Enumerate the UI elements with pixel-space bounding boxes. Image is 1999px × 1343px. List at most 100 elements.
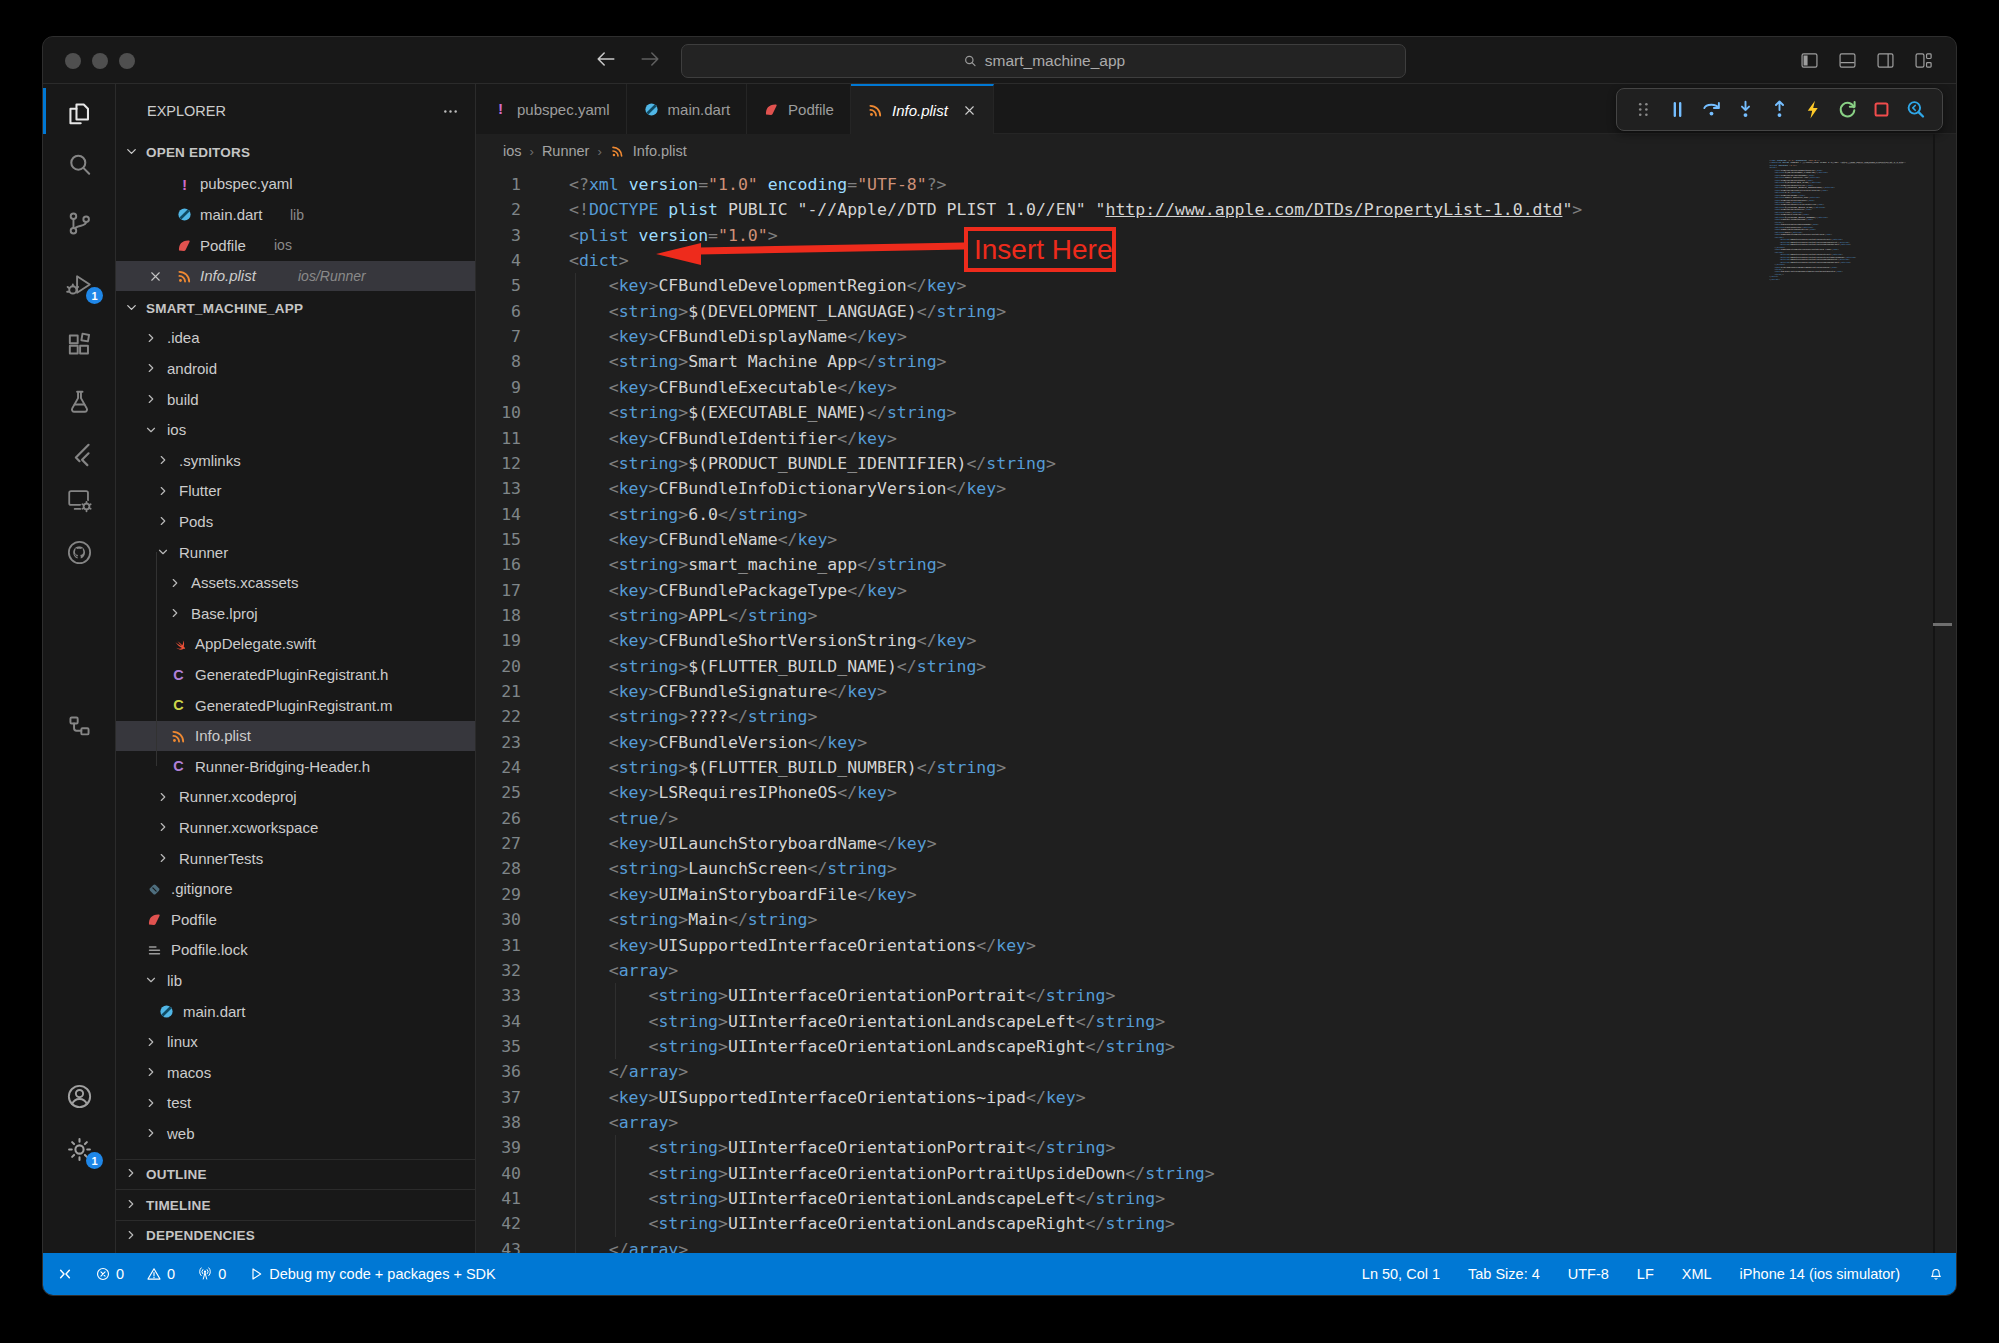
code-line[interactable]: 9 <key>CFBundleExecutable</key>: [476, 375, 1956, 400]
line-number[interactable]: 21: [476, 679, 521, 704]
tree-item-Assets.xcassets[interactable]: Assets.xcassets: [116, 568, 476, 599]
zoom-button[interactable]: [119, 53, 135, 69]
status-radio-tower[interactable]: 0: [197, 1266, 226, 1282]
code-line[interactable]: 18 <string>APPL</string>: [476, 603, 1956, 628]
code-line[interactable]: 15 <key>CFBundleName</key>: [476, 527, 1956, 552]
line-number[interactable]: 43: [476, 1237, 521, 1253]
inspector-icon[interactable]: [1904, 98, 1928, 122]
status-remote[interactable]: [57, 1266, 73, 1282]
code-line[interactable]: 31 <key>UISupportedInterfaceOrientations…: [476, 933, 1956, 958]
stop-icon[interactable]: [1870, 98, 1894, 122]
code-line[interactable]: 40 <string>UIInterfaceOrientationPortrai…: [476, 1161, 1956, 1186]
line-number[interactable]: 17: [476, 578, 521, 603]
activity-extensions-icon[interactable]: [43, 319, 116, 369]
line-number[interactable]: 27: [476, 831, 521, 856]
tree-item-linux[interactable]: linux: [116, 1027, 476, 1058]
code-line[interactable]: 4<dict>: [476, 248, 1956, 273]
code-line[interactable]: 23 <key>CFBundleVersion</key>: [476, 730, 1956, 755]
tree-item-Runner-Bridging-Header.h[interactable]: CRunner-Bridging-Header.h: [116, 751, 476, 782]
line-number[interactable]: 20: [476, 654, 521, 679]
tree-item-.idea[interactable]: .idea: [116, 323, 476, 354]
code-line[interactable]: 17 <key>CFBundlePackageType</key>: [476, 578, 1956, 603]
line-number[interactable]: 6: [476, 299, 521, 324]
section-timeline[interactable]: TIMELINE: [116, 1189, 476, 1220]
activity-files-icon[interactable]: [43, 88, 116, 138]
line-number[interactable]: 31: [476, 933, 521, 958]
tree-item-RunnerTests[interactable]: RunnerTests: [116, 843, 476, 874]
line-number[interactable]: 16: [476, 552, 521, 577]
tree-item-.gitignore[interactable]: .gitignore: [116, 874, 476, 905]
code-line[interactable]: 42 <string>UIInterfaceOrientationLandsca…: [476, 1211, 1956, 1236]
activity-settings-gear-icon[interactable]: 1: [43, 1124, 116, 1174]
line-number[interactable]: 34: [476, 1009, 521, 1034]
code-line[interactable]: 24 <string>$(FLUTTER_BUILD_NUMBER)</stri…: [476, 755, 1956, 780]
code-line[interactable]: 16 <string>smart_machine_app</string>: [476, 552, 1956, 577]
line-number[interactable]: 15: [476, 527, 521, 552]
section-open-editors[interactable]: OPEN EDITORS: [116, 137, 476, 168]
code-line[interactable]: 22 <string>????</string>: [476, 704, 1956, 729]
code-line[interactable]: 27 <key>UILaunchStoryboardName</key>: [476, 831, 1956, 856]
line-number[interactable]: 35: [476, 1034, 521, 1059]
line-number[interactable]: 14: [476, 502, 521, 527]
tree-item-.symlinks[interactable]: .symlinks: [116, 445, 476, 476]
line-number[interactable]: 33: [476, 983, 521, 1008]
tree-item-Flutter[interactable]: Flutter: [116, 476, 476, 507]
code-line[interactable]: 25 <key>LSRequiresIPhoneOS</key>: [476, 780, 1956, 805]
line-number[interactable]: 3: [476, 223, 521, 248]
line-number[interactable]: 24: [476, 755, 521, 780]
line-number[interactable]: 11: [476, 426, 521, 451]
tree-item-GeneratedPluginRegistrant.h[interactable]: CGeneratedPluginRegistrant.h: [116, 659, 476, 690]
tree-item-GeneratedPluginRegistrant.m[interactable]: CGeneratedPluginRegistrant.m: [116, 690, 476, 721]
code-line[interactable]: 37 <key>UISupportedInterfaceOrientations…: [476, 1085, 1956, 1110]
close-icon[interactable]: [148, 269, 163, 284]
step-over-icon[interactable]: [1699, 98, 1723, 122]
code-line[interactable]: 41 <string>UIInterfaceOrientationLandsca…: [476, 1186, 1956, 1211]
minimize-button[interactable]: [92, 53, 108, 69]
line-number[interactable]: 23: [476, 730, 521, 755]
line-number[interactable]: 7: [476, 324, 521, 349]
code-line[interactable]: 12 <string>$(PRODUCT_BUNDLE_IDENTIFIER)<…: [476, 451, 1956, 476]
tree-item-android[interactable]: android: [116, 353, 476, 384]
tree-item-Base.lproj[interactable]: Base.lproj: [116, 598, 476, 629]
code-line[interactable]: 35 <string>UIInterfaceOrientationLandsca…: [476, 1034, 1956, 1059]
tree-item-Runner.xcworkspace[interactable]: Runner.xcworkspace: [116, 812, 476, 843]
code-editor[interactable]: 1<?xml version="1.0" encoding="UTF-8"?>2…: [476, 37, 1956, 1253]
open-editor-Podfile[interactable]: Podfileios: [116, 230, 476, 261]
sidebar-more-actions-icon[interactable]: [441, 102, 460, 121]
line-number[interactable]: 42: [476, 1211, 521, 1236]
open-editor-main.dart[interactable]: main.dartlib: [116, 199, 476, 230]
activity-devtools-icon[interactable]: [43, 474, 116, 524]
activity-flutter-icon[interactable]: [43, 429, 116, 479]
code-line[interactable]: 32 <array>: [476, 958, 1956, 983]
code-line[interactable]: 11 <key>CFBundleIdentifier</key>: [476, 426, 1956, 451]
tree-item-main.dart[interactable]: main.dart: [116, 996, 476, 1027]
line-number[interactable]: 40: [476, 1161, 521, 1186]
status-right-item[interactable]: UTF-8: [1568, 1266, 1609, 1282]
code-line[interactable]: 13 <key>CFBundleInfoDictionaryVersion</k…: [476, 476, 1956, 501]
code-line[interactable]: 10 <string>$(EXECUTABLE_NAME)</string>: [476, 400, 1956, 425]
code-line[interactable]: 7 <key>CFBundleDisplayName</key>: [476, 324, 1956, 349]
code-line[interactable]: 43 </array>: [476, 1237, 1956, 1253]
tree-item-test[interactable]: test: [116, 1088, 476, 1119]
activity-hierarchy-icon[interactable]: [43, 701, 116, 751]
status-warning-triangle[interactable]: 0: [146, 1266, 175, 1282]
restart-icon[interactable]: [1836, 98, 1860, 122]
code-line[interactable]: 26 <true/>: [476, 806, 1956, 831]
step-into-icon[interactable]: [1733, 98, 1757, 122]
status-right-item[interactable]: Ln 50, Col 1: [1362, 1266, 1440, 1282]
line-number[interactable]: 37: [476, 1085, 521, 1110]
tree-item-ios[interactable]: ios: [116, 415, 476, 446]
code-line[interactable]: 5 <key>CFBundleDevelopmentRegion</key>: [476, 273, 1956, 298]
activity-github-icon[interactable]: [43, 527, 116, 577]
tree-item-Podfile[interactable]: Podfile: [116, 904, 476, 935]
activity-search-icon[interactable]: [43, 139, 116, 189]
code-line[interactable]: 8 <string>Smart Machine App</string>: [476, 349, 1956, 374]
tree-item-AppDelegate.swift[interactable]: AppDelegate.swift: [116, 629, 476, 660]
pause-icon[interactable]: [1665, 98, 1689, 122]
code-line[interactable]: 21 <key>CFBundleSignature</key>: [476, 679, 1956, 704]
open-editor-Info.plist[interactable]: Info.plistios/Runner: [116, 261, 476, 292]
code-line[interactable]: 19 <key>CFBundleShortVersionString</key>: [476, 628, 1956, 653]
code-line[interactable]: 30 <string>Main</string>: [476, 907, 1956, 932]
line-number[interactable]: 38: [476, 1110, 521, 1135]
status-right-item[interactable]: iPhone 14 (ios simulator): [1740, 1266, 1900, 1282]
